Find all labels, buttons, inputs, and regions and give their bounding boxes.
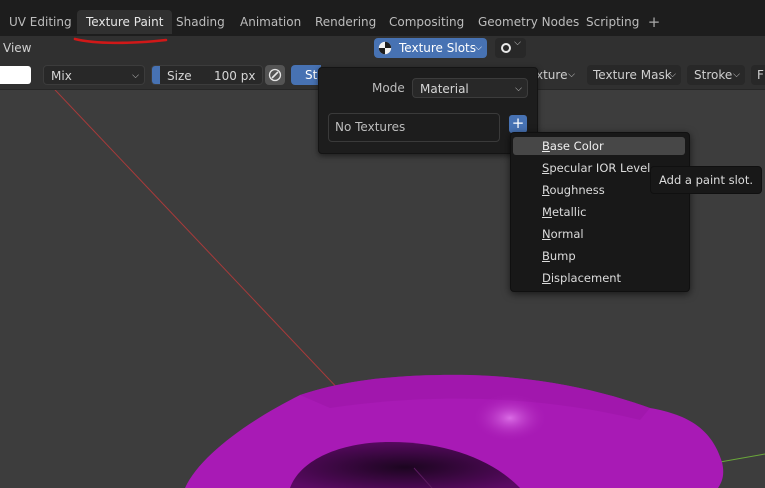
view-menu[interactable]: View (3, 40, 31, 56)
texture-slots-popup: Mode Material ⌵ No Textures + (318, 67, 538, 154)
chevron-down-icon: ⌵ (514, 38, 521, 48)
tab-uv-editing[interactable]: UV Editing (0, 10, 81, 34)
stroke-label: Stroke (694, 68, 733, 82)
texture-slot-list[interactable]: No Textures (328, 113, 500, 142)
mode-value: Material (420, 82, 469, 96)
tab-texture-paint[interactable]: Texture Paint (77, 10, 173, 34)
menu-item-displacement[interactable]: Displacement (513, 269, 685, 287)
no-textures-text: No Textures (335, 120, 406, 134)
size-value: 100 px (214, 69, 256, 83)
chevron-down-icon: ⌵ (132, 71, 139, 81)
texture-mask-label: Texture Mask (593, 68, 672, 82)
shading-dropdown[interactable]: ⌵ (495, 38, 526, 58)
add-paint-slot-tooltip: Add a paint slot. (650, 166, 762, 194)
size-slider-fill (152, 66, 160, 84)
tab-animation[interactable]: Animation (231, 10, 310, 34)
pressure-toggle[interactable] (265, 65, 285, 85)
chevron-down-icon: ⌵ (669, 70, 676, 80)
falloff-label: F (757, 68, 764, 82)
blend-mode-dropdown[interactable]: Mix ⌵ (43, 65, 145, 85)
size-slider[interactable]: Size 100 px (151, 65, 263, 85)
menu-item-metallic[interactable]: Metallic (513, 203, 685, 221)
chevron-down-icon: ⌵ (515, 84, 522, 94)
editor-header: View Texture Slots ⌵ ⌵ (0, 36, 765, 61)
material-sphere-icon (378, 41, 392, 55)
texture-slots-label: Texture Slots (399, 41, 476, 55)
texture-mask-dropdown[interactable]: Texture Mask ⌵ (587, 65, 681, 85)
falloff-dropdown[interactable]: F (751, 65, 765, 85)
add-paint-slot-button[interactable]: + (509, 115, 527, 133)
workspace-tab-bar: UV Editing Texture Paint Shading Animati… (0, 0, 765, 36)
tab-shading[interactable]: Shading (167, 10, 234, 34)
menu-item-base-color[interactable]: Base Color (513, 137, 685, 155)
size-label: Size (167, 69, 192, 83)
mode-dropdown[interactable]: Material ⌵ (412, 78, 528, 98)
y-axis-line (719, 453, 765, 463)
texture-dropdown-label: xture (536, 68, 568, 82)
texture-slots-dropdown[interactable]: Texture Slots ⌵ (374, 38, 487, 58)
stroke-dropdown[interactable]: Stroke ⌵ (687, 65, 745, 85)
paint-slot-menu: Base Color Specular IOR Level Roughness … (510, 132, 690, 292)
shading-sphere-icon (500, 42, 512, 54)
menu-item-normal[interactable]: Normal (513, 225, 685, 243)
blend-mode-value: Mix (51, 69, 72, 83)
add-workspace-button[interactable]: + (645, 11, 663, 33)
stroke-method-label: St (305, 68, 318, 82)
chevron-down-icon: ⌵ (568, 70, 575, 80)
tab-rendering[interactable]: Rendering (306, 10, 385, 34)
pen-pressure-icon (268, 68, 282, 82)
mode-label: Mode (372, 81, 405, 95)
tab-scripting[interactable]: Scripting (577, 10, 648, 34)
chevron-down-icon: ⌵ (733, 70, 740, 80)
chevron-down-icon: ⌵ (475, 43, 482, 53)
tab-compositing[interactable]: Compositing (380, 10, 473, 34)
tab-geometry-nodes[interactable]: Geometry Nodes (469, 10, 588, 34)
color-swatch[interactable] (0, 66, 31, 84)
texture-dropdown[interactable]: xture ⌵ (536, 65, 580, 85)
menu-item-bump[interactable]: Bump (513, 247, 685, 265)
stroke-method-button[interactable]: St (291, 65, 321, 85)
